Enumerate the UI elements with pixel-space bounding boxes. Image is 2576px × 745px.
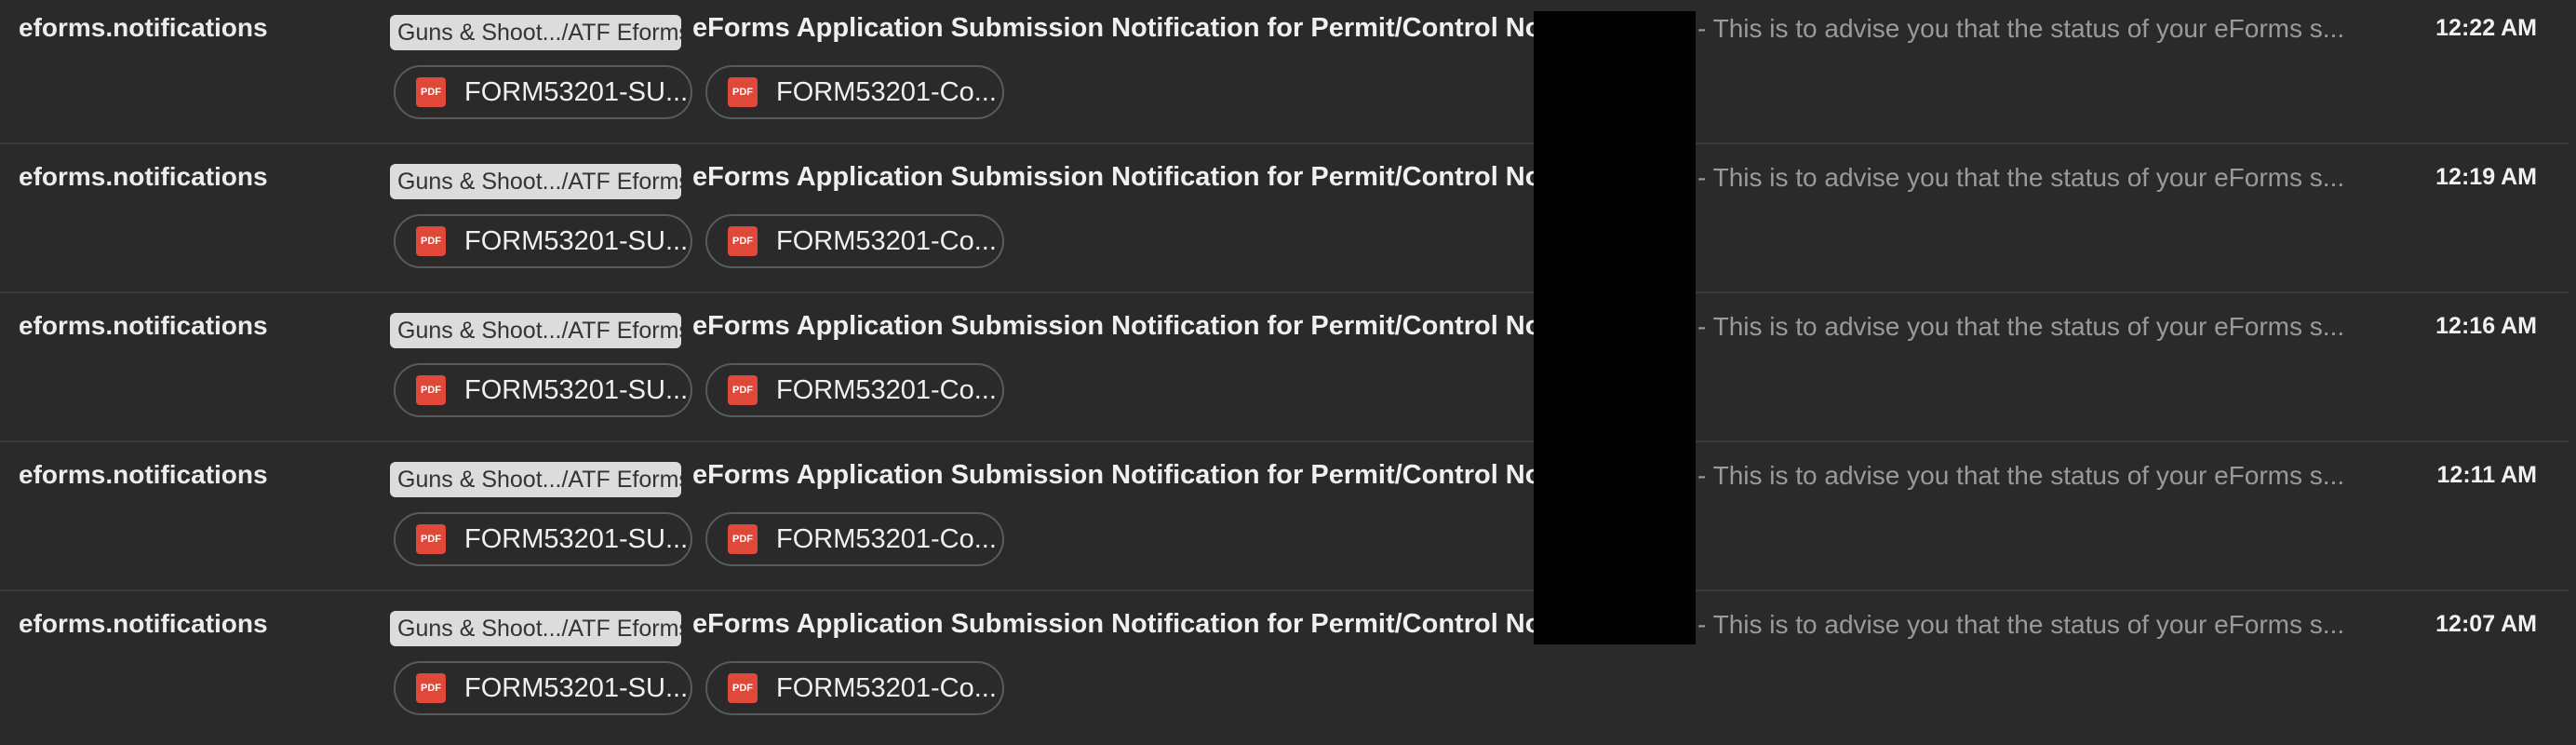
- attachment-chip[interactable]: PDF FORM53201-Co...: [705, 65, 1004, 119]
- subject-text: eForms Application Submission Notificati…: [692, 460, 1551, 490]
- snippet-text: - This is to advise you that the status …: [1697, 312, 2345, 341]
- attachment-name: FORM53201-SU...: [464, 225, 689, 256]
- message-row[interactable]: eforms.notifications Guns & Shoot.../ATF…: [0, 298, 2576, 447]
- pdf-icon: PDF: [416, 524, 446, 554]
- snippet-text: - This is to advise you that the status …: [1697, 163, 2345, 192]
- attachment-chip[interactable]: PDF FORM53201-SU...: [394, 65, 692, 119]
- attachment-name: FORM53201-SU...: [464, 374, 689, 405]
- subject-text: eForms Application Submission Notificati…: [692, 609, 1551, 639]
- sender-name: eforms.notifications: [19, 311, 268, 340]
- sender-name: eforms.notifications: [19, 460, 268, 489]
- sender-name: eforms.notifications: [19, 162, 268, 191]
- attachment-chip[interactable]: PDF FORM53201-Co...: [705, 512, 1004, 566]
- pdf-icon: PDF: [416, 77, 446, 107]
- subject-text: eForms Application Submission Notificati…: [692, 311, 1551, 341]
- attachment-chip[interactable]: PDF FORM53201-SU...: [394, 363, 692, 417]
- timestamp: 12:19 AM: [2435, 164, 2537, 190]
- timestamp: 12:16 AM: [2435, 313, 2537, 339]
- row-divider: [0, 589, 2569, 591]
- sender-name: eforms.notifications: [19, 609, 268, 638]
- pdf-icon: PDF: [728, 375, 758, 405]
- attachment-name: FORM53201-Co...: [776, 374, 997, 405]
- attachment-chip[interactable]: PDF FORM53201-SU...: [394, 661, 692, 715]
- timestamp: 12:22 AM: [2435, 15, 2537, 41]
- label-chip[interactable]: Guns & Shoot.../ATF Eforms: [390, 462, 681, 497]
- attachment-name: FORM53201-Co...: [776, 76, 997, 107]
- pdf-icon: PDF: [728, 524, 758, 554]
- row-divider: [0, 440, 2569, 442]
- attachment-chip[interactable]: PDF FORM53201-Co...: [705, 214, 1004, 268]
- label-chip[interactable]: Guns & Shoot.../ATF Eforms: [390, 164, 681, 199]
- attachment-chip[interactable]: PDF FORM53201-Co...: [705, 661, 1004, 715]
- attachment-chip[interactable]: PDF FORM53201-SU...: [394, 214, 692, 268]
- row-divider: [0, 142, 2569, 144]
- pdf-icon: PDF: [728, 77, 758, 107]
- message-row[interactable]: eforms.notifications Guns & Shoot.../ATF…: [0, 447, 2576, 596]
- attachment-chip[interactable]: PDF FORM53201-SU...: [394, 512, 692, 566]
- pdf-icon: PDF: [728, 673, 758, 703]
- pdf-icon: PDF: [728, 226, 758, 256]
- pdf-icon: PDF: [416, 226, 446, 256]
- message-row[interactable]: eforms.notifications Guns & Shoot.../ATF…: [0, 0, 2576, 149]
- timestamp: 12:07 AM: [2435, 611, 2537, 637]
- pdf-icon: PDF: [416, 375, 446, 405]
- attachment-name: FORM53201-Co...: [776, 523, 997, 554]
- subject-text: eForms Application Submission Notificati…: [692, 13, 1551, 43]
- snippet-text: - This is to advise you that the status …: [1697, 610, 2345, 639]
- label-chip[interactable]: Guns & Shoot.../ATF Eforms: [390, 611, 681, 646]
- snippet-text: - This is to advise you that the status …: [1697, 14, 2345, 43]
- snippet-text: - This is to advise you that the status …: [1697, 461, 2345, 490]
- attachment-name: FORM53201-SU...: [464, 76, 689, 107]
- sender-name: eforms.notifications: [19, 13, 268, 42]
- message-row[interactable]: eforms.notifications Guns & Shoot.../ATF…: [0, 596, 2576, 745]
- message-list: eforms.notifications Guns & Shoot.../ATF…: [0, 0, 2576, 732]
- redaction-box: [1534, 11, 1696, 644]
- attachment-name: FORM53201-Co...: [776, 672, 997, 703]
- timestamp: 12:11 AM: [2436, 462, 2537, 488]
- pdf-icon: PDF: [416, 673, 446, 703]
- label-chip[interactable]: Guns & Shoot.../ATF Eforms: [390, 15, 681, 50]
- attachment-name: FORM53201-SU...: [464, 672, 689, 703]
- label-chip[interactable]: Guns & Shoot.../ATF Eforms: [390, 313, 681, 348]
- subject-text: eForms Application Submission Notificati…: [692, 162, 1551, 192]
- attachment-chip[interactable]: PDF FORM53201-Co...: [705, 363, 1004, 417]
- attachment-name: FORM53201-SU...: [464, 523, 689, 554]
- attachment-name: FORM53201-Co...: [776, 225, 997, 256]
- message-row[interactable]: eforms.notifications Guns & Shoot.../ATF…: [0, 149, 2576, 298]
- row-divider: [0, 291, 2569, 293]
